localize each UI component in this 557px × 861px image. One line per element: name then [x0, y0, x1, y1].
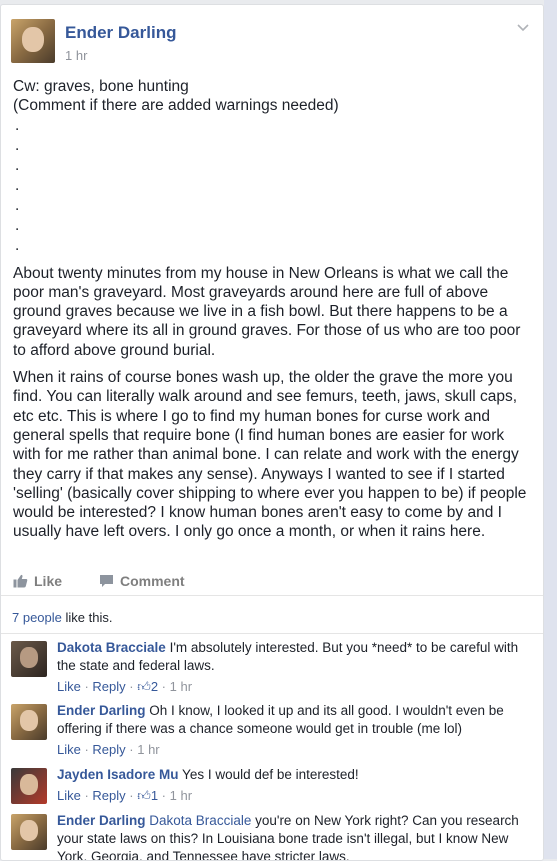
spacer-dot: .	[15, 236, 20, 254]
separator: ·	[125, 788, 138, 803]
text-line: find. You can literally walk around and …	[13, 388, 518, 406]
post-card: Ender Darling 1 hr Cw: graves, bone hunt…	[0, 4, 544, 861]
text-line: usually have left overs. I only go once …	[13, 523, 486, 541]
commenter-name[interactable]: Dakota Bracciale	[57, 640, 166, 655]
post-paragraph-2: When it rains of course bones wash up, t…	[13, 368, 535, 542]
text-line: to afford above ground burial.	[13, 341, 216, 359]
divider	[1, 633, 543, 634]
content-warning: Cw: graves, bone hunting	[13, 78, 189, 95]
comment-meta: Like · Reply · 👍︎1 · 1 hr	[57, 787, 527, 805]
separator: ·	[158, 788, 170, 803]
comment-meta: Like · Reply · 1 hr	[57, 741, 527, 759]
author-avatar[interactable]	[11, 19, 55, 63]
post-body: Cw: graves, bone hunting (Comment if the…	[13, 77, 535, 542]
comment-text: your state laws on this? In Louisiana bo…	[57, 831, 509, 846]
like-button[interactable]: Like	[13, 573, 62, 591]
comment-time[interactable]: 1 hr	[170, 679, 192, 694]
comment-reply-link[interactable]: Reply	[92, 788, 125, 803]
comment-time[interactable]: 1 hr	[137, 742, 159, 757]
comment-text: you're on New York right? Can you resear…	[251, 813, 519, 828]
text-line: general spells that require bone (I find…	[13, 426, 505, 444]
reaction-count[interactable]: 2	[151, 679, 158, 694]
text-line: ground graves because we live in a fish …	[13, 303, 508, 321]
like-button-label: Like	[34, 573, 63, 589]
likes-count-link[interactable]: 7 people	[12, 610, 62, 625]
post-actions: Like Comment	[1, 567, 543, 597]
comment-item: Dakota Bracciale I'm absolutely interest…	[1, 639, 543, 699]
commenter-name[interactable]: Ender Darling	[57, 813, 146, 828]
comment-text: offering if there was a chance someone w…	[57, 721, 462, 736]
page-background-strip	[544, 0, 557, 859]
spacer-dot: .	[15, 196, 20, 214]
comment-like-link[interactable]: Like	[57, 788, 81, 803]
reaction-count[interactable]: 1	[151, 788, 158, 803]
commenter-name[interactable]: Ender Darling	[57, 703, 146, 718]
text-line: About twenty minutes from my house in Ne…	[13, 264, 509, 282]
separator: ·	[80, 742, 93, 757]
text-line: etc etc. This is where I go to find my h…	[13, 407, 490, 425]
tagged-user-link[interactable]: Dakota Bracciale	[149, 813, 251, 828]
separator: ·	[125, 679, 138, 694]
comment-like-link[interactable]: Like	[57, 742, 81, 757]
text-line: When it rains of course bones wash up, t…	[13, 369, 513, 387]
commenter-avatar[interactable]	[11, 641, 47, 677]
comment-button[interactable]: Comment	[99, 573, 185, 591]
comment-meta: Like · Reply · 👍︎2 · 1 hr	[57, 678, 527, 696]
post-author-name[interactable]: Ender Darling	[65, 23, 176, 43]
comment-item: Ender Darling Dakota Bracciale you're on…	[1, 812, 543, 861]
post-timestamp[interactable]: 1 hr	[65, 48, 87, 63]
separator: ·	[125, 742, 138, 757]
comment-icon	[99, 574, 114, 591]
separator: ·	[80, 679, 93, 694]
commenter-avatar[interactable]	[11, 814, 47, 850]
thumbs-up-icon	[13, 574, 28, 591]
text-line: they carry if that makes any sense). Any…	[13, 465, 505, 483]
spacer-dot: .	[15, 176, 20, 194]
text-line: with for me rather than animal bone. I c…	[13, 446, 519, 464]
commenter-avatar[interactable]	[11, 704, 47, 740]
comment-item: Jayden Isadore Mu Yes I would def be int…	[1, 766, 543, 808]
spacer-dot: .	[15, 216, 20, 234]
warning-note: (Comment if there are added warnings nee…	[13, 97, 339, 115]
comment-text: Oh I know, I looked it up and its all go…	[145, 703, 504, 718]
comment-text: Yes I would def be interested!	[178, 767, 359, 782]
commenter-avatar[interactable]	[11, 768, 47, 804]
text-line: graveyard where its all in ground graves…	[13, 322, 521, 340]
separator: ·	[80, 788, 93, 803]
reaction-thumbs-up-icon[interactable]: 👍︎	[137, 788, 151, 803]
spacer-dot: .	[15, 136, 20, 154]
comment-text: York, Georgia, and Tennessee have strict…	[57, 849, 350, 861]
comment-reply-link[interactable]: Reply	[92, 679, 125, 694]
text-line: would be interested? I know human bones …	[13, 504, 502, 522]
reaction-thumbs-up-icon[interactable]: 👍︎	[137, 679, 151, 694]
separator: ·	[158, 679, 170, 694]
divider	[1, 595, 543, 596]
post-paragraph-1: About twenty minutes from my house in Ne…	[13, 264, 535, 360]
text-line: 'selling' (basically cover shipping to w…	[13, 484, 527, 502]
commenter-name[interactable]: Jayden Isadore Mu	[57, 767, 179, 782]
comment-reply-link[interactable]: Reply	[92, 742, 125, 757]
text-line: poor man's graveyard. Most graveyards ar…	[13, 283, 489, 301]
comment-like-link[interactable]: Like	[57, 679, 81, 694]
likes-summary: 7 people like this.	[12, 610, 112, 625]
comment-text: I'm absolutely interested. But you *need…	[165, 640, 519, 655]
spacer-dot: .	[15, 156, 20, 174]
comment-text: the state and federal laws.	[57, 658, 215, 673]
comment-item: Ender Darling Oh I know, I looked it up …	[1, 702, 543, 762]
comment-time[interactable]: 1 hr	[170, 788, 192, 803]
comment-button-label: Comment	[120, 573, 185, 589]
chevron-down-icon[interactable]	[516, 21, 530, 35]
likes-suffix: like this.	[61, 610, 113, 625]
spacer-dot: .	[15, 116, 20, 134]
